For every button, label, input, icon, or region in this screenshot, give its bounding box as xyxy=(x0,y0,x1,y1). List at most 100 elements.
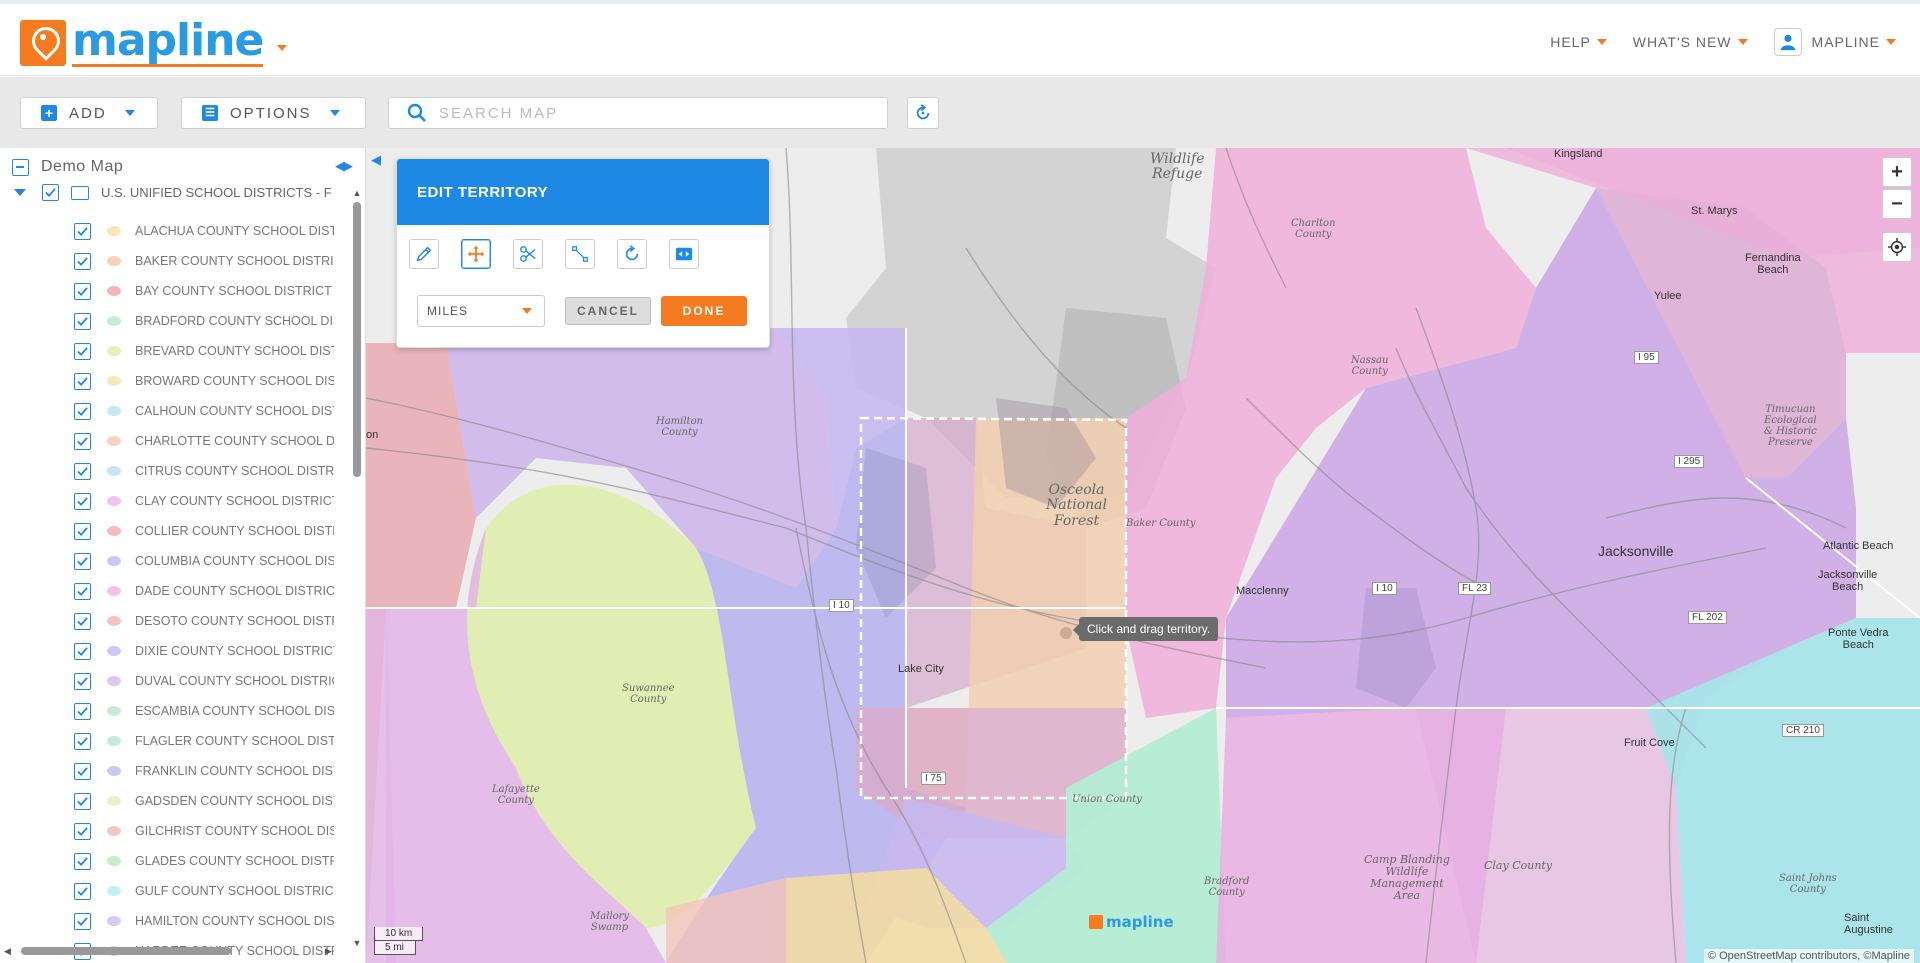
move-territory-button[interactable] xyxy=(461,239,491,269)
help-menu[interactable]: HELP xyxy=(1550,34,1607,50)
territory-list-item[interactable]: FLAGLER COUNTY SCHOOL DISTRICT xyxy=(74,726,334,756)
territory-checkbox[interactable] xyxy=(74,732,91,750)
flip-button[interactable] xyxy=(669,239,699,269)
expand-collapse-icon[interactable]: ◀▶ xyxy=(335,158,353,174)
mapline-watermark: mapline xyxy=(1089,913,1174,931)
territory-checkbox[interactable] xyxy=(74,312,91,330)
territory-checkbox[interactable] xyxy=(74,402,91,420)
territory-checkbox[interactable] xyxy=(74,852,91,870)
zoom-in-button[interactable]: + xyxy=(1882,157,1912,187)
territory-list-item[interactable]: COLLIER COUNTY SCHOOL DISTRICT xyxy=(74,516,334,546)
territory-list-item[interactable]: BREVARD COUNTY SCHOOL DISTRICT xyxy=(74,336,334,366)
done-button[interactable]: DONE xyxy=(661,296,747,326)
territory-list-item[interactable]: BROWARD COUNTY SCHOOL DISTRICT xyxy=(74,366,334,396)
mapline-logo[interactable]: mapline xyxy=(20,18,288,67)
scroll-left-icon[interactable]: ◀ xyxy=(4,946,11,957)
territory-checkbox[interactable] xyxy=(74,552,91,570)
territory-checkbox[interactable] xyxy=(74,582,91,600)
units-select[interactable]: MILES xyxy=(417,295,545,327)
territory-list-item[interactable]: HAMILTON COUNTY SCHOOL DISTRICT xyxy=(74,906,334,936)
territory-checkbox[interactable] xyxy=(74,342,91,360)
territory-label: ALACHUA COUNTY SCHOOL DISTRICT xyxy=(135,224,334,238)
vertical-scrollbar[interactable]: ▲ ▼ xyxy=(352,188,362,948)
territory-list-item[interactable]: CLAY COUNTY SCHOOL DISTRICT xyxy=(74,486,334,516)
territory-list-item[interactable]: DUVAL COUNTY SCHOOL DISTRICT xyxy=(74,666,334,696)
territory-checkbox[interactable] xyxy=(74,522,91,540)
territory-checkbox[interactable] xyxy=(74,882,91,900)
refresh-icon xyxy=(916,104,930,120)
territory-checkbox[interactable] xyxy=(74,372,91,390)
sidebar-collapse-icon[interactable]: ◀ xyxy=(366,148,386,172)
cancel-button[interactable]: CANCEL xyxy=(565,297,651,325)
add-button[interactable]: + ADD xyxy=(20,97,158,129)
territory-label: GULF COUNTY SCHOOL DISTRICT xyxy=(135,884,334,898)
rotate-button[interactable] xyxy=(617,239,647,269)
map-attribution[interactable]: © OpenStreetMap contributors, ©Mapline xyxy=(1703,949,1914,963)
scroll-down-icon[interactable]: ▼ xyxy=(352,938,362,948)
scroll-thumb[interactable] xyxy=(353,202,361,477)
edit-points-button[interactable] xyxy=(409,239,439,269)
list-icon: ☰ xyxy=(202,105,218,121)
horizontal-scrollbar[interactable]: ◀ ▶ xyxy=(4,945,332,957)
territory-checkbox[interactable] xyxy=(74,492,91,510)
expand-triangle-icon[interactable] xyxy=(14,189,26,196)
zoom-out-button[interactable]: − xyxy=(1882,189,1912,219)
label-yulee: Yulee xyxy=(1654,290,1682,302)
territory-checkbox[interactable] xyxy=(74,822,91,840)
locate-button[interactable] xyxy=(1882,232,1912,262)
account-menu[interactable]: MAPLINE xyxy=(1773,28,1896,56)
collapse-all-icon[interactable] xyxy=(12,158,29,176)
whats-new-label: WHAT'S NEW xyxy=(1632,34,1732,50)
territory-checkbox[interactable] xyxy=(74,612,91,630)
search-input[interactable] xyxy=(439,104,859,122)
territory-list-item[interactable]: DIXIE COUNTY SCHOOL DISTRICT xyxy=(74,636,334,666)
territory-checkbox[interactable] xyxy=(74,252,91,270)
label-fruit-cove: Fruit Cove xyxy=(1624,737,1675,749)
territory-checkbox[interactable] xyxy=(74,702,91,720)
territory-checkbox[interactable] xyxy=(74,282,91,300)
territory-checkbox[interactable] xyxy=(74,912,91,930)
scroll-up-icon[interactable]: ▲ xyxy=(352,188,362,198)
territory-list-item[interactable]: CALHOUN COUNTY SCHOOL DISTRICT xyxy=(74,396,334,426)
territory-list-item[interactable]: GULF COUNTY SCHOOL DISTRICT xyxy=(74,876,334,906)
options-button[interactable]: ☰ OPTIONS xyxy=(181,97,366,129)
territory-list-item[interactable]: COLUMBIA COUNTY SCHOOL DISTRICT xyxy=(74,546,334,576)
territory-list-item[interactable]: ALACHUA COUNTY SCHOOL DISTRICT xyxy=(74,216,334,246)
territory-checkbox[interactable] xyxy=(74,642,91,660)
territory-list-item[interactable]: CITRUS COUNTY SCHOOL DISTRICT xyxy=(74,456,334,486)
territory-list-item[interactable]: FRANKLIN COUNTY SCHOOL DISTRICT xyxy=(74,756,334,786)
territory-list-item[interactable]: ESCAMBIA COUNTY SCHOOL DISTRICT xyxy=(74,696,334,726)
refresh-button[interactable] xyxy=(907,97,939,129)
territory-checkbox[interactable] xyxy=(74,762,91,780)
layer-checkbox[interactable] xyxy=(42,184,59,201)
layer-row[interactable]: U.S. UNIFIED SCHOOL DISTRICTS - F xyxy=(14,184,334,201)
chevron-down-icon xyxy=(124,110,135,116)
territory-list-item[interactable]: BAKER COUNTY SCHOOL DISTRICT xyxy=(74,246,334,276)
territory-list-item[interactable]: DADE COUNTY SCHOOL DISTRICT xyxy=(74,576,334,606)
resize-button[interactable] xyxy=(565,239,595,269)
scroll-right-icon[interactable]: ▶ xyxy=(325,946,332,957)
territory-checkbox[interactable] xyxy=(74,462,91,480)
logo-chevron-down-icon[interactable] xyxy=(277,44,288,51)
h-scroll-thumb[interactable] xyxy=(20,947,231,955)
territory-list-item[interactable]: GADSDEN COUNTY SCHOOL DISTRICT xyxy=(74,786,334,816)
territory-list-item[interactable]: GLADES COUNTY SCHOOL DISTRICT xyxy=(74,846,334,876)
territory-color-swatch xyxy=(107,856,121,866)
territory-label: CALHOUN COUNTY SCHOOL DISTRICT xyxy=(135,404,334,418)
map-root-item[interactable]: Demo Map xyxy=(12,158,123,176)
territory-checkbox[interactable] xyxy=(74,792,91,810)
label-camp-blanding: Camp Blanding Wildlife Management Area xyxy=(1364,853,1450,903)
label-lafayette: Lafayette County xyxy=(492,784,540,806)
territory-checkbox[interactable] xyxy=(74,222,91,240)
territory-checkbox[interactable] xyxy=(74,432,91,450)
territory-list-item[interactable]: GILCHRIST COUNTY SCHOOL DISTRICT xyxy=(74,816,334,846)
territory-list-item[interactable]: BRADFORD COUNTY SCHOOL DISTRICT xyxy=(74,306,334,336)
cut-button[interactable] xyxy=(513,239,543,269)
chevron-down-icon xyxy=(329,110,340,116)
territory-color-swatch xyxy=(107,376,121,386)
territory-list-item[interactable]: BAY COUNTY SCHOOL DISTRICT xyxy=(74,276,334,306)
territory-list-item[interactable]: DESOTO COUNTY SCHOOL DISTRICT xyxy=(74,606,334,636)
whats-new-menu[interactable]: WHAT'S NEW xyxy=(1633,34,1748,50)
territory-checkbox[interactable] xyxy=(74,672,91,690)
territory-list-item[interactable]: CHARLOTTE COUNTY SCHOOL DISTRICT xyxy=(74,426,334,456)
